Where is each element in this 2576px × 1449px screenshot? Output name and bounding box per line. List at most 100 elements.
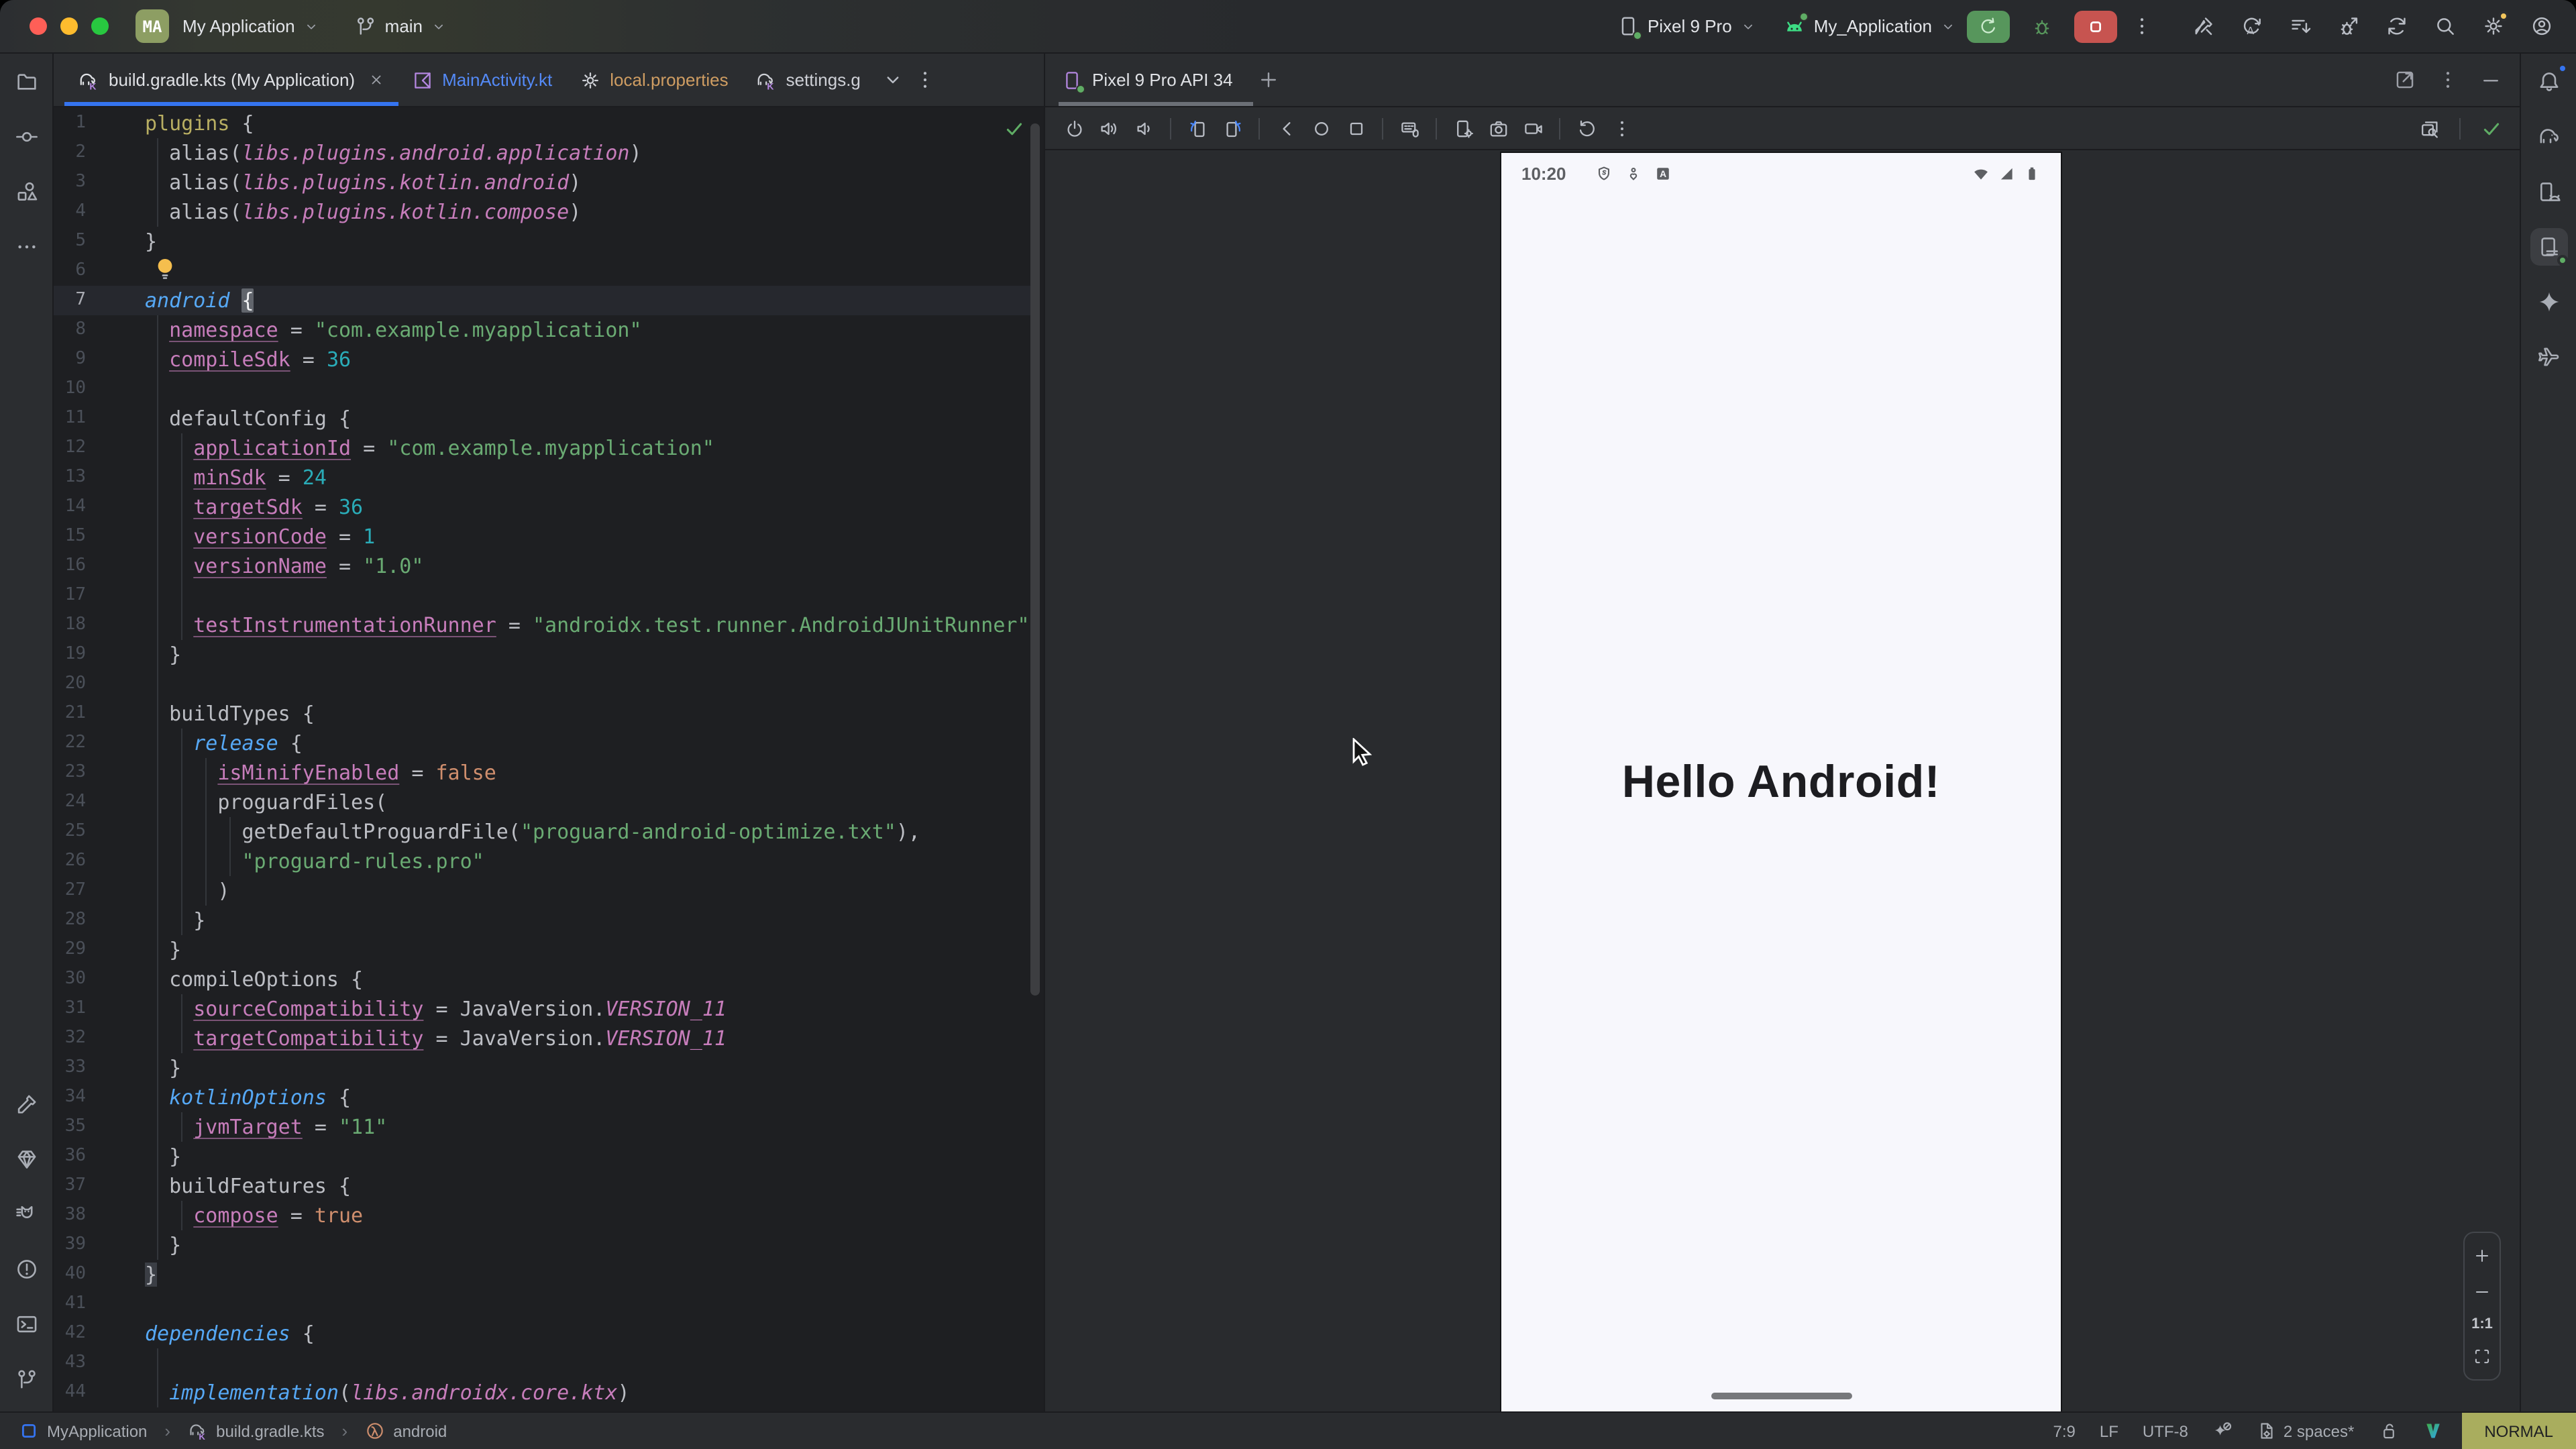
power-icon[interactable] [1059,113,1089,144]
tab-options-button[interactable] [912,66,938,93]
code-line[interactable]: 42dependencies { [54,1319,1030,1348]
breadcrumb-item[interactable]: MyApplication [19,1421,147,1441]
add-device-button[interactable] [1253,64,1285,96]
code-line[interactable]: 2 alias(libs.plugins.android.application… [54,138,1030,168]
code-line[interactable]: 33 } [54,1053,1030,1083]
emulator-screen[interactable]: 10:20 A Hello Android! [1501,153,2061,1411]
apply-changes-icon[interactable]: A [2235,10,2267,42]
editor-tab[interactable]: Ksettings.g [742,54,874,106]
code-line[interactable]: 29 } [54,935,1030,965]
code-editor[interactable]: 1plugins {2 alias(libs.plugins.android.a… [54,107,1044,1411]
zoom-actual-size-button[interactable]: 1:1 [2471,1316,2493,1332]
close-window-button[interactable] [30,17,47,35]
device-settings-icon[interactable] [1448,113,1479,144]
search-icon[interactable] [2428,10,2461,42]
restart-icon[interactable] [1571,113,1602,144]
editor-tab[interactable]: MainActivity.kt [398,54,566,106]
code-line[interactable]: 14 targetSdk = 36 [54,492,1030,522]
code-line[interactable]: 20 [54,669,1030,699]
zoom-out-button[interactable] [2470,1280,2494,1304]
device-display-area[interactable]: 10:20 A Hello Android! [1045,150,2520,1411]
code-line[interactable]: 38 compose = true [54,1201,1030,1230]
home-icon[interactable] [1305,113,1336,144]
indent-widget[interactable]: 2 spaces* [2257,1421,2354,1441]
editor-tab[interactable]: Kbuild.gradle.kts (My Application) [64,54,398,106]
device-manager-icon[interactable] [2530,173,2567,211]
code-line[interactable]: 5} [54,227,1030,256]
stop-button[interactable] [2074,10,2117,42]
project-widget[interactable]: My Application [182,16,319,36]
encoding-widget[interactable]: UTF-8 [2143,1421,2188,1440]
code-line[interactable]: 9 compileSdk = 36 [54,345,1030,374]
code-line[interactable]: 41 [54,1289,1030,1319]
code-line[interactable]: 18 testInstrumentationRunner = "androidx… [54,610,1030,640]
breadcrumb-item[interactable]: android [365,1421,447,1441]
intention-lightbulb-icon[interactable] [156,258,174,280]
code-line[interactable]: 8 namespace = "com.example.myapplication… [54,315,1030,345]
minimize-window-button[interactable] [60,17,78,35]
vcs-branch-widget[interactable]: main [354,15,447,38]
code-line[interactable]: 17 [54,581,1030,610]
gradle-icon[interactable] [2530,118,2567,156]
code-line[interactable]: 35 jvmTarget = "11" [54,1112,1030,1142]
device-selector[interactable]: Pixel 9 Pro [1617,15,1756,38]
panel-options-button[interactable] [2431,64,2463,96]
zoom-in-button[interactable] [2470,1244,2494,1268]
code-line[interactable]: 39 } [54,1230,1030,1260]
git-branch-icon[interactable] [7,1360,45,1398]
code-line[interactable]: 12 applicationId = "com.example.myapplic… [54,433,1030,463]
overview-icon[interactable] [1340,113,1371,144]
code-line[interactable]: 19 } [54,640,1030,669]
caret-position-widget[interactable]: 7:9 [2053,1421,2076,1440]
code-line[interactable]: 13 minSdk = 24 [54,463,1030,492]
code-line[interactable]: 40} [54,1260,1030,1289]
rotate-left-icon[interactable] [1182,113,1213,144]
code-line[interactable]: 1plugins { [54,109,1030,138]
code-line[interactable]: 6 [54,256,1030,286]
notifications-icon[interactable] [2530,63,2567,101]
code-lines[interactable]: 1plugins {2 alias(libs.plugins.android.a… [54,109,1030,1407]
code-line[interactable]: 34 kotlinOptions { [54,1083,1030,1112]
code-line[interactable]: 37 buildFeatures { [54,1171,1030,1201]
resources-icon[interactable] [7,173,45,211]
terminal-icon[interactable] [7,1305,45,1343]
code-line[interactable]: 16 versionName = "1.0" [54,551,1030,581]
back-icon[interactable] [1271,113,1301,144]
minimize-panel-button[interactable] [2474,64,2506,96]
settings-icon[interactable] [2477,10,2509,42]
code-line[interactable]: 26 "proguard-rules.pro" [54,847,1030,876]
code-line[interactable]: 23 isMinifyEnabled = false [54,758,1030,788]
folder-icon[interactable] [7,63,45,101]
editor-scrollbar[interactable] [1030,123,1040,996]
vim-plugin-icon[interactable] [2422,1421,2443,1441]
code-line[interactable]: 15 versionCode = 1 [54,522,1030,551]
code-line[interactable]: 22 release { [54,729,1030,758]
code-line[interactable]: 3 alias(libs.plugins.kotlin.android) [54,168,1030,197]
code-line[interactable]: 4 alias(libs.plugins.kotlin.compose) [54,197,1030,227]
hardware-input-icon[interactable] [1394,113,1425,144]
breadcrumb-item[interactable]: Kbuild.gradle.kts [188,1421,324,1441]
inspections-ok-icon[interactable] [1004,118,1025,140]
editor-tab[interactable]: local.properties [566,54,741,106]
code-line[interactable]: 36 } [54,1142,1030,1171]
code-line[interactable]: 43 [54,1348,1030,1378]
code-line[interactable]: 7android { [54,286,1030,315]
airplane-icon[interactable] [2530,338,2567,376]
screenshot-icon[interactable] [1483,113,1513,144]
code-line[interactable]: 21 buildTypes { [54,699,1030,729]
gesture-navigation-pill[interactable] [1711,1393,1851,1399]
logcat-icon[interactable] [7,1195,45,1233]
rotate-right-icon[interactable] [1217,113,1248,144]
find-in-panel-button[interactable] [2414,113,2445,144]
device-tab[interactable]: Pixel 9 Pro API 34 [1059,54,1253,106]
running-devices-icon[interactable] [2530,228,2567,266]
gemini-icon[interactable] [2530,283,2567,321]
gradle-sync-icon[interactable] [2380,10,2412,42]
code-line[interactable]: 44 implementation(libs.androidx.core.ktx… [54,1378,1030,1407]
apply-code-icon[interactable] [2284,10,2316,42]
zoom-window-button[interactable] [91,17,109,35]
project-avatar[interactable]: MA [136,9,169,43]
code-line[interactable]: 31 sourceCompatibility = JavaVersion.VER… [54,994,1030,1024]
code-line[interactable]: 27 ) [54,876,1030,906]
code-line[interactable]: 10 [54,374,1030,404]
